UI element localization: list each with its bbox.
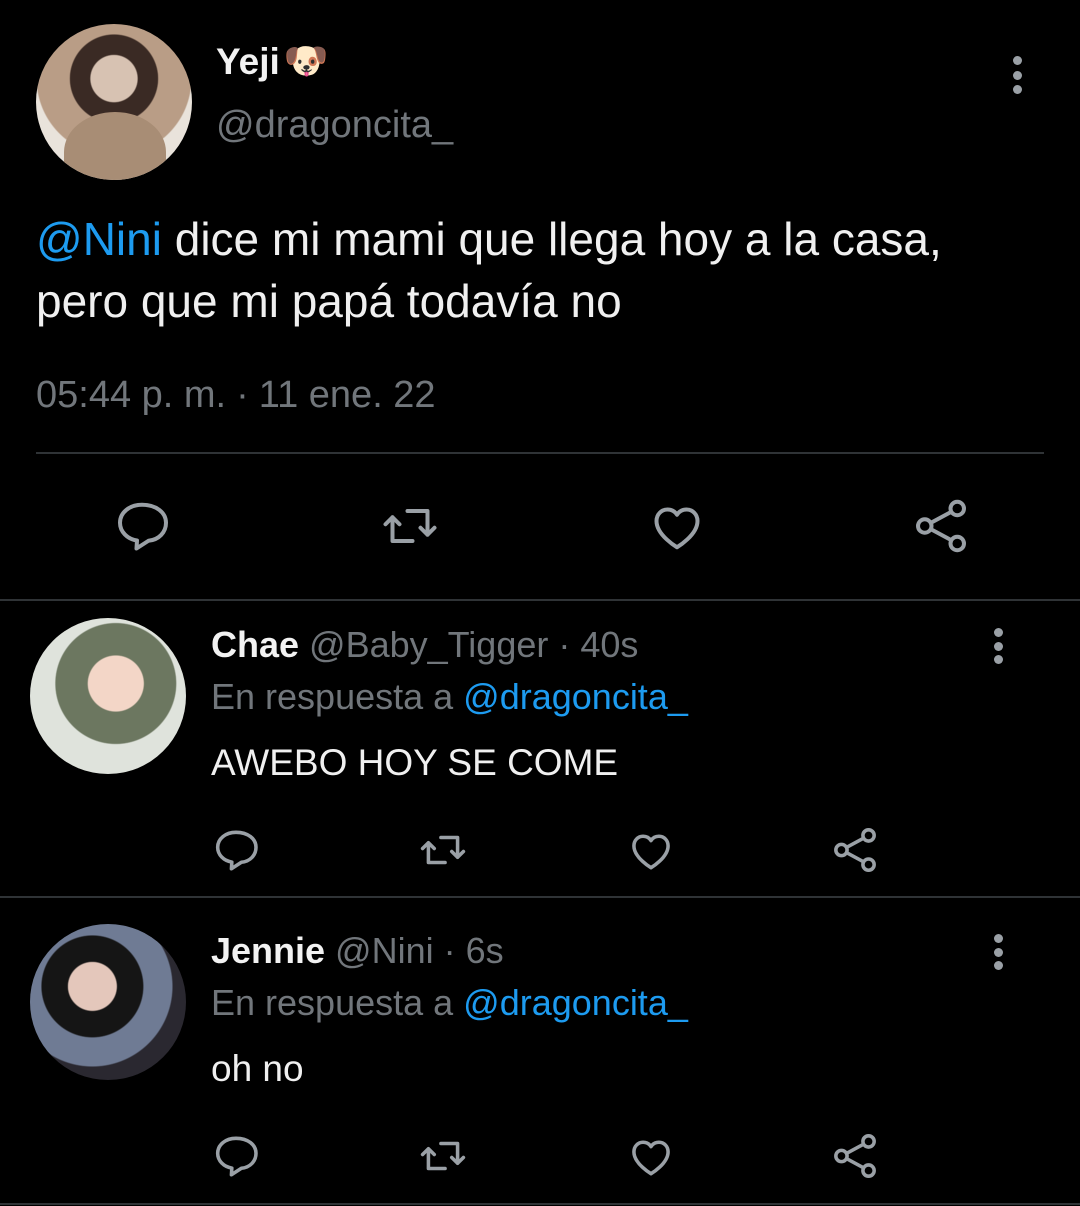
avatar[interactable] — [30, 618, 186, 774]
reply-text: oh no — [211, 1048, 304, 1089]
author-handle[interactable]: @Baby_Tigger — [309, 624, 548, 666]
separator: · — [443, 930, 456, 971]
replying-to-label: En respuesta a — [211, 982, 464, 1023]
tweet-time: 05:44 p. m. — [36, 374, 227, 416]
reply-text: AWEBO HOY SE COME — [211, 742, 619, 783]
display-name[interactable]: Jennie — [211, 930, 325, 972]
reply-icon[interactable] — [110, 496, 174, 556]
divider — [0, 599, 1080, 601]
more-options-icon[interactable] — [993, 628, 1003, 664]
mention-link[interactable]: @dragoncita_ — [463, 982, 688, 1023]
replying-to-label: En respuesta a — [211, 676, 464, 717]
tweet-text: @Nini dice mi mami que llega hoy a la ca… — [36, 208, 1046, 332]
tweet-date: 11 ene. 22 — [258, 374, 436, 416]
main-tweet: Yeji 🐶 @dragoncita_ @Nini dice mi mami q… — [0, 0, 1080, 600]
reply-actions — [210, 820, 880, 880]
avatar[interactable] — [36, 24, 192, 180]
relative-time: 40s — [580, 624, 639, 665]
retweet-icon[interactable] — [375, 496, 445, 556]
retweet-icon[interactable] — [415, 825, 471, 875]
more-options-icon[interactable] — [993, 934, 1003, 970]
timestamp: 05:44 p. m. · 11 ene. 22 — [36, 374, 436, 417]
reply-icon[interactable] — [210, 825, 262, 875]
mention-link[interactable]: @dragoncita_ — [463, 676, 688, 717]
dog-emoji-icon: 🐶 — [283, 41, 329, 82]
author-name-line: Yeji 🐶 — [216, 40, 329, 84]
mention-link[interactable]: @Nini — [36, 213, 162, 265]
author-handle[interactable]: @dragoncita_ — [216, 104, 453, 147]
divider — [36, 452, 1044, 454]
display-name[interactable]: Chae — [211, 624, 299, 666]
reply-header: Jennie @Nini · 6s — [211, 930, 504, 974]
more-options-icon[interactable] — [1012, 56, 1022, 94]
share-icon[interactable] — [830, 1131, 880, 1181]
tweet-body: dice mi mami que llega hoy a la casa, pe… — [36, 213, 942, 327]
relative-time: 6s — [465, 930, 504, 971]
display-name[interactable]: Yeji — [216, 41, 280, 83]
replying-to: En respuesta a @dragoncita_ — [211, 982, 688, 1024]
share-icon[interactable] — [910, 496, 972, 556]
share-icon[interactable] — [830, 825, 880, 875]
reply-actions — [210, 1126, 880, 1186]
divider — [0, 1203, 1080, 1205]
separator: · — [558, 624, 571, 665]
heart-icon[interactable] — [625, 1131, 677, 1181]
heart-icon[interactable] — [625, 825, 677, 875]
avatar[interactable] — [30, 924, 186, 1080]
retweet-icon[interactable] — [415, 1131, 471, 1181]
reply-header: Chae @Baby_Tigger · 40s — [211, 624, 638, 668]
replying-to: En respuesta a @dragoncita_ — [211, 676, 688, 718]
heart-icon[interactable] — [645, 496, 709, 556]
divider — [0, 896, 1080, 898]
tweet-actions — [110, 494, 972, 558]
separator: · — [236, 374, 249, 416]
author-handle[interactable]: @Nini — [335, 930, 434, 972]
reply-icon[interactable] — [210, 1131, 262, 1181]
